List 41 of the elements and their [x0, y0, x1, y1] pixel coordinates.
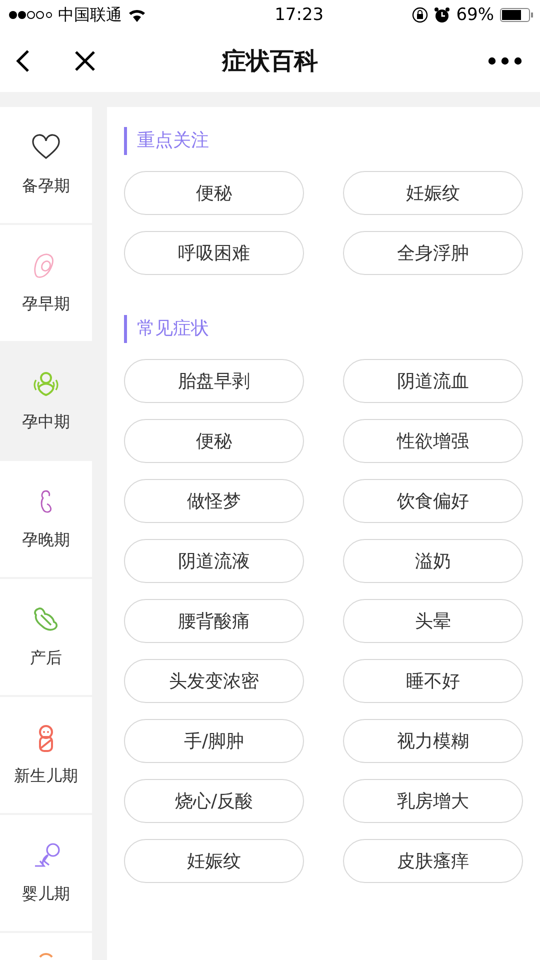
symptom-tag[interactable]: 皮肤瘙痒 — [343, 839, 523, 883]
sidebar-item[interactable]: 孕晚期 — [0, 461, 92, 577]
symptom-tag[interactable]: 呼吸困难 — [124, 231, 304, 275]
section-title: 常见症状 — [124, 315, 523, 343]
symptom-tag[interactable]: 胎盘早剥 — [124, 359, 304, 403]
symptom-tag[interactable]: 腰背酸痛 — [124, 599, 304, 643]
symptom-tag[interactable]: 便秘 — [124, 171, 304, 215]
sidebar-label: 孕早期 — [22, 294, 70, 314]
symptom-tag[interactable]: 溢奶 — [343, 539, 523, 583]
symptom-tag[interactable]: 睡不好 — [343, 659, 523, 703]
sidebar-label: 产后 — [30, 648, 62, 668]
sidebar-label: 婴儿期 — [22, 884, 70, 904]
symptom-tag[interactable]: 性欲增强 — [343, 419, 523, 463]
sidebar-label: 备孕期 — [22, 176, 70, 196]
symptom-tag[interactable]: 妊娠纹 — [343, 171, 523, 215]
sidebar-item[interactable]: 产后 — [0, 579, 92, 695]
symptom-tag[interactable]: 妊娠纹 — [124, 839, 304, 883]
sidebar-label: 新生儿期 — [14, 766, 78, 786]
symptom-tag[interactable]: 手/脚肿 — [124, 719, 304, 763]
carrier-name: 中国联通 — [58, 4, 122, 26]
symptom-tag[interactable]: 饮食偏好 — [343, 479, 523, 523]
sidebar-item[interactable]: 新生儿期 — [0, 697, 92, 813]
sidebar-item[interactable]: 备孕期 — [0, 107, 92, 223]
symptom-tag[interactable]: 阴道流液 — [124, 539, 304, 583]
sidebar-item[interactable]: 孕早期 — [0, 225, 92, 341]
symptom-tag[interactable]: 视力模糊 — [343, 719, 523, 763]
sidebar-item[interactable]: 婴儿期 — [0, 815, 92, 931]
symptom-tag[interactable]: 头晕 — [343, 599, 523, 643]
sidebar-label: 孕晚期 — [22, 530, 70, 550]
symptom-tag[interactable]: 阴道流血 — [343, 359, 523, 403]
symptom-tag[interactable]: 做怪梦 — [124, 479, 304, 523]
section-title: 重点关注 — [124, 127, 523, 155]
status-time: 17:23 — [274, 5, 324, 25]
symptom-tag[interactable]: 烧心/反酸 — [124, 779, 304, 823]
symptom-tag[interactable]: 全身浮肿 — [343, 231, 523, 275]
symptom-tag[interactable]: 乳房增大 — [343, 779, 523, 823]
symptom-tag[interactable]: 便秘 — [124, 419, 304, 463]
page-title: 症状百科 — [220, 46, 319, 77]
symptom-tag[interactable]: 头发变浓密 — [124, 659, 304, 703]
battery-percent: 69% — [456, 5, 494, 25]
sidebar-label: 孕中期 — [22, 412, 70, 432]
